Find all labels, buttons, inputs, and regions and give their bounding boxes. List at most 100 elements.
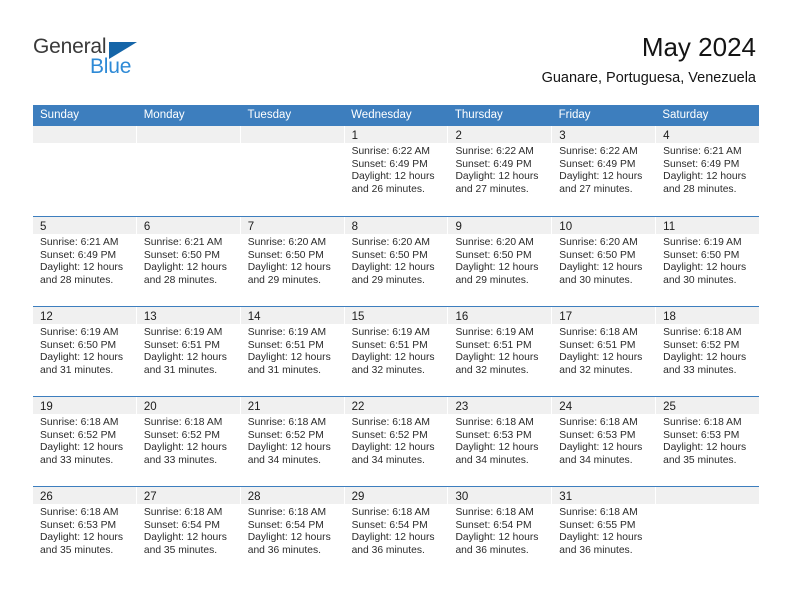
brand-logo[interactable]: General Blue [33,36,173,82]
day-detail: Sunrise: 6:19 AM Sunset: 6:50 PM Daylight:… [33,324,136,377]
sunrise-text: Sunrise: 6:18 AM [143,417,223,428]
page-title: May 2024 [641,32,756,62]
weekday-header-tuesday: Tuesday [247,109,292,121]
day-number-band: 3 [552,126,656,143]
sunrise-text: Sunrise: 6:20 AM [455,237,534,248]
calendar-day-cell[interactable]: 3 Sunrise: 6:22 AM Sunset: 6:49 PM Daylight… [552,126,657,216]
daylight-text-line1: Daylight: 12 hours [351,442,435,454]
day-detail: Sunrise: 6:18 AM Sunset: 6:52 PM Daylight:… [656,324,759,377]
sunrise-text: Sunrise: 6:22 AM [351,146,430,157]
sunrise-text: Sunrise: 6:22 AM [559,146,638,157]
sunrise-text: Sunrise: 6:20 AM [559,237,638,248]
daylight-text-line1: Daylight: 12 hours [663,352,747,364]
calendar-day-cell[interactable]: 15 Sunrise: 6:19 AM Sunset: 6:51 PM Dayligh… [344,307,449,396]
sunrise-text: Sunrise: 6:21 AM [143,237,223,248]
calendar-day-cell[interactable]: 2 Sunrise: 6:22 AM Sunset: 6:49 PM Daylight… [448,126,553,216]
calendar-day-cell[interactable]: 25 Sunrise: 6:18 AM Sunset: 6:53 PM Dayligh… [656,397,760,486]
daylight-text-line1: Daylight: 12 hours [455,262,539,274]
daylight-text-line2: and 29 minutes. [351,274,425,286]
sunrise-text: Sunrise: 6:18 AM [40,417,119,428]
calendar-day-cell[interactable]: 16 Sunrise: 6:19 AM Sunset: 6:51 PM Dayligh… [448,307,553,396]
sunrise-text: Sunrise: 6:22 AM [455,146,534,157]
calendar-day-cell[interactable]: 19 Sunrise: 6:18 AM Sunset: 6:52 PM Dayligh… [33,397,137,486]
calendar-day-cell[interactable]: 6 Sunrise: 6:21 AM Sunset: 6:50 PM Daylight… [136,217,241,306]
daylight-text-line2: and 36 minutes. [455,544,529,556]
daylight-text-line2: and 29 minutes. [455,274,529,286]
calendar-day-cell[interactable]: 20 Sunrise: 6:18 AM Sunset: 6:52 PM Dayligh… [136,397,241,486]
daylight-text-line2: and 35 minutes. [663,454,737,466]
calendar-day-cell[interactable]: 21 Sunrise: 6:18 AM Sunset: 6:52 PM Dayligh… [240,397,345,486]
sunset-text: Sunset: 6:52 PM [351,429,428,441]
calendar-day-cell[interactable]: 14 Sunrise: 6:19 AM Sunset: 6:51 PM Dayligh… [240,307,345,396]
day-number-band: 31 [552,487,656,504]
calendar-day-cell[interactable]: 8 Sunrise: 6:20 AM Sunset: 6:50 PM Daylight… [344,217,449,306]
daylight-text-line2: and 36 minutes. [559,544,633,556]
sunset-text: Sunset: 6:52 PM [40,429,117,441]
day-number-band: 19 [33,397,136,414]
daylight-text-line2: and 31 minutes. [40,364,114,376]
calendar-day-cell[interactable]: 1 Sunrise: 6:22 AM Sunset: 6:49 PM Daylight… [344,126,449,216]
day-number-band: 22 [344,397,448,414]
calendar-day-cell[interactable]: 30 Sunrise: 6:18 AM Sunset: 6:54 PM Dayligh… [448,487,553,576]
daylight-text-line2: and 34 minutes. [351,454,425,466]
calendar-day-cell[interactable]: 11 Sunrise: 6:19 AM Sunset: 6:50 PM Dayligh… [656,217,760,306]
daylight-text-line2: and 33 minutes. [40,454,114,466]
day-number: 17 [559,311,573,323]
daylight-text-line2: and 26 minutes. [351,183,425,195]
sunrise-text: Sunrise: 6:19 AM [663,237,742,248]
calendar-day-cell[interactable]: 26 Sunrise: 6:18 AM Sunset: 6:53 PM Dayligh… [33,487,137,576]
sunrise-text: Sunrise: 6:19 AM [455,327,534,338]
day-number-band: 5 [33,217,136,234]
day-number-band: 30 [448,487,552,504]
daylight-text-line1: Daylight: 12 hours [247,532,331,544]
day-number: 7 [247,221,255,233]
day-detail: Sunrise: 6:20 AM Sunset: 6:50 PM Daylight:… [552,234,655,287]
day-number: 14 [247,311,261,323]
day-number: 20 [143,401,157,413]
calendar-day-cell[interactable]: 18 Sunrise: 6:18 AM Sunset: 6:52 PM Dayligh… [656,307,760,396]
calendar-day-cell-empty [656,487,760,576]
calendar-day-cell[interactable]: 31 Sunrise: 6:18 AM Sunset: 6:55 PM Dayligh… [552,487,657,576]
calendar-day-cell[interactable]: 29 Sunrise: 6:18 AM Sunset: 6:54 PM Dayligh… [344,487,449,576]
calendar-day-cell[interactable]: 27 Sunrise: 6:18 AM Sunset: 6:54 PM Dayligh… [136,487,241,576]
calendar-day-cell[interactable]: 7 Sunrise: 6:20 AM Sunset: 6:50 PM Daylight… [240,217,345,306]
day-detail: Sunrise: 6:20 AM Sunset: 6:50 PM Daylight:… [448,234,551,287]
daylight-text-line1: Daylight: 12 hours [143,352,227,364]
sunset-text: Sunset: 6:50 PM [663,249,740,261]
calendar-day-cell[interactable]: 17 Sunrise: 6:18 AM Sunset: 6:51 PM Dayligh… [552,307,657,396]
sunrise-text: Sunrise: 6:20 AM [247,237,327,248]
calendar-day-cell[interactable]: 5 Sunrise: 6:21 AM Sunset: 6:49 PM Daylight… [33,217,137,306]
daylight-text-line2: and 28 minutes. [663,183,737,195]
daylight-text-line2: and 28 minutes. [143,274,218,286]
calendar-week-row: 5 Sunrise: 6:21 AM Sunset: 6:49 PM Daylight… [33,216,760,306]
calendar-day-cell[interactable]: 22 Sunrise: 6:18 AM Sunset: 6:52 PM Dayligh… [344,397,449,486]
sunset-text: Sunset: 6:52 PM [663,339,740,351]
day-number: 13 [143,311,157,323]
daylight-text-line1: Daylight: 12 hours [351,532,435,544]
daylight-text-line2: and 27 minutes. [455,183,529,195]
sunset-text: Sunset: 6:53 PM [663,429,740,441]
calendar-day-cell-empty [33,126,137,216]
calendar-day-cell[interactable]: 24 Sunrise: 6:18 AM Sunset: 6:53 PM Dayligh… [552,397,657,486]
daylight-text-line1: Daylight: 12 hours [663,171,747,183]
day-number-band: 23 [448,397,552,414]
day-number: 21 [247,401,261,413]
sunset-text: Sunset: 6:52 PM [247,429,324,441]
day-number-band: 20 [136,397,240,414]
day-number: 6 [143,221,151,233]
calendar-day-cell[interactable]: 13 Sunrise: 6:19 AM Sunset: 6:51 PM Dayligh… [136,307,241,396]
calendar-day-cell[interactable]: 4 Sunrise: 6:21 AM Sunset: 6:49 PM Daylight… [656,126,760,216]
daylight-text-line1: Daylight: 12 hours [559,352,643,364]
day-number-band: 7 [240,217,344,234]
sunset-text: Sunset: 6:53 PM [455,429,532,441]
calendar-day-cell[interactable]: 12 Sunrise: 6:19 AM Sunset: 6:50 PM Dayligh… [33,307,137,396]
calendar-day-cell[interactable]: 10 Sunrise: 6:20 AM Sunset: 6:50 PM Dayligh… [552,217,657,306]
calendar-day-cell[interactable]: 23 Sunrise: 6:18 AM Sunset: 6:53 PM Dayligh… [448,397,553,486]
calendar-day-cell[interactable]: 9 Sunrise: 6:20 AM Sunset: 6:50 PM Daylight… [448,217,553,306]
day-number-band: 15 [344,307,448,324]
calendar-day-cell[interactable]: 28 Sunrise: 6:18 AM Sunset: 6:54 PM Dayligh… [240,487,345,576]
day-number-band: 18 [656,307,760,324]
calendar-week-row: 12 Sunrise: 6:19 AM Sunset: 6:50 PM Dayligh… [33,306,760,396]
day-number: 2 [455,130,462,142]
sunset-text: Sunset: 6:51 PM [247,339,324,351]
